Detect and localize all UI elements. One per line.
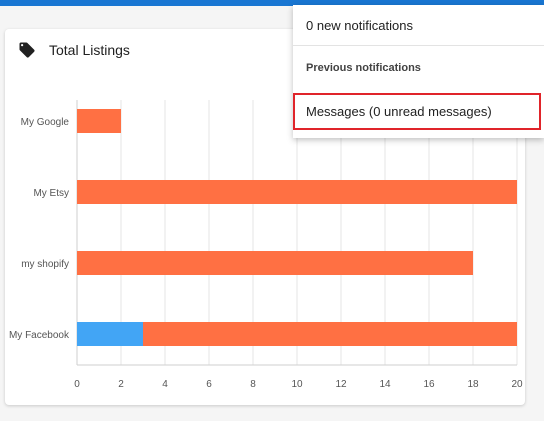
x-tick-label: 10 — [291, 379, 303, 390]
notifications-dropdown: 0 new notifications Previous notificatio… — [293, 5, 544, 138]
y-category-label: My Etsy — [33, 188, 69, 199]
y-category-label: My Google — [21, 117, 70, 128]
x-tick-label: 8 — [250, 379, 256, 390]
bar-my-facebook-series-0[interactable] — [77, 322, 143, 346]
previous-notifications-header: Previous notifications — [306, 62, 421, 74]
y-category-label: my shopify — [21, 259, 69, 270]
messages-item[interactable]: Messages (0 unread messages) — [293, 93, 541, 130]
new-notifications-item[interactable]: 0 new notifications — [293, 5, 544, 46]
x-tick-label: 6 — [206, 379, 212, 390]
x-tick-label: 18 — [467, 379, 479, 390]
bar-my-facebook-series-1[interactable] — [143, 322, 517, 346]
bar-my-google-series-1[interactable] — [77, 109, 121, 133]
bar-my-etsy-series-1[interactable] — [77, 180, 517, 204]
x-tick-label: 4 — [162, 379, 168, 390]
x-tick-label: 0 — [74, 379, 80, 390]
x-tick-label: 2 — [118, 379, 124, 390]
bar-my-shopify-series-1[interactable] — [77, 251, 473, 275]
y-category-label: My Facebook — [9, 330, 70, 341]
x-tick-label: 12 — [335, 379, 347, 390]
x-tick-label: 20 — [511, 379, 523, 390]
x-tick-label: 16 — [423, 379, 435, 390]
x-tick-label: 14 — [379, 379, 391, 390]
